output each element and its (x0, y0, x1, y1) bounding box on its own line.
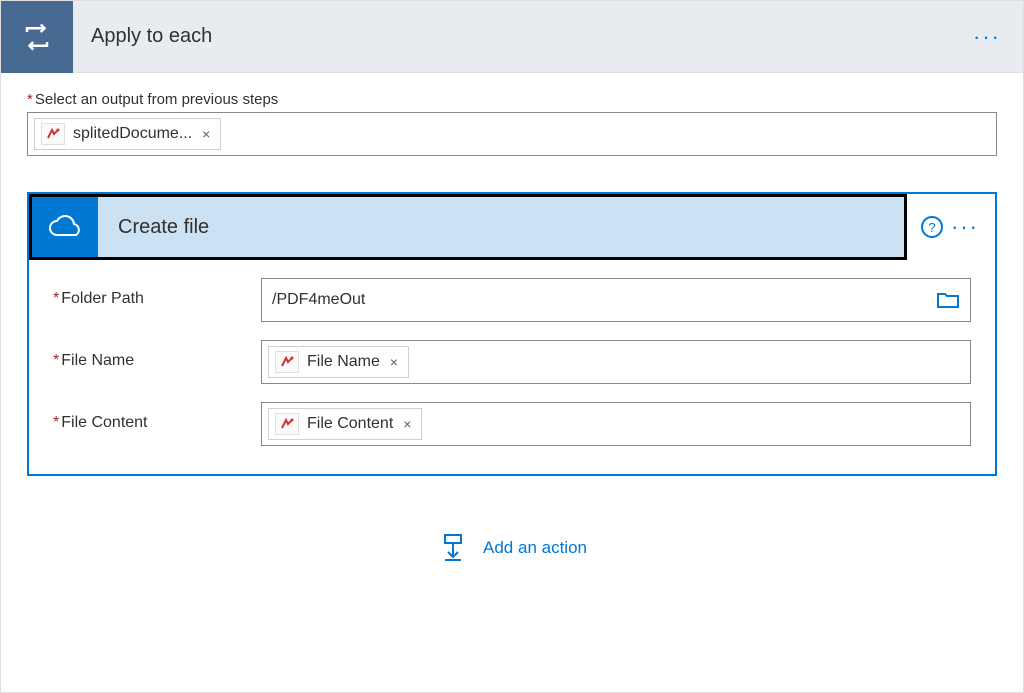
file-content-label: *File Content (53, 402, 261, 432)
required-asterisk: * (27, 91, 33, 108)
create-file-more-button[interactable]: ··· (951, 214, 979, 240)
connector-icon (275, 351, 299, 373)
file-content-row: *File Content File C (53, 402, 971, 446)
create-file-title: Create file (98, 216, 209, 239)
apply-to-each-more-button[interactable]: ··· (951, 24, 1023, 50)
output-token-text: splitedDocume... (71, 125, 192, 143)
create-file-header[interactable]: Create file (29, 194, 907, 260)
file-name-token-text: File Name (305, 353, 380, 371)
output-input[interactable]: splitedDocume... × (27, 112, 997, 156)
apply-to-each-icon-tile (1, 1, 73, 73)
output-label: *Select an output from previous steps (27, 91, 997, 108)
file-content-input[interactable]: File Content × (261, 402, 971, 446)
file-name-token-chip[interactable]: File Name × (268, 346, 409, 378)
folder-path-input[interactable]: /PDF4meOut (261, 278, 971, 322)
output-token-chip[interactable]: splitedDocume... × (34, 118, 221, 150)
file-name-row: *File Name File Name (53, 340, 971, 384)
file-name-input[interactable]: File Name × (261, 340, 971, 384)
file-content-token-remove[interactable]: × (399, 416, 415, 432)
apply-to-each-header[interactable]: Apply to each ··· (1, 1, 1023, 73)
file-content-token-chip[interactable]: File Content × (268, 408, 422, 440)
create-file-header-row: Create file ? ··· (29, 194, 995, 260)
file-name-token-remove[interactable]: × (386, 354, 402, 370)
create-file-card: Create file ? ··· *Folder Path /PDF4meOu… (27, 192, 997, 476)
file-name-label: *File Name (53, 340, 261, 370)
folder-path-label: *Folder Path (53, 278, 261, 308)
add-action-button[interactable]: Add an action (27, 532, 997, 564)
add-action-label: Add an action (483, 538, 587, 558)
add-action-icon (437, 532, 469, 564)
loop-icon (22, 22, 52, 52)
create-file-side: ? ··· (907, 194, 995, 260)
output-token-remove[interactable]: × (198, 126, 214, 142)
apply-to-each-body: *Select an output from previous steps sp… (1, 73, 1023, 692)
file-content-token-text: File Content (305, 415, 393, 433)
folder-path-value: /PDF4meOut (272, 291, 936, 309)
apply-to-each-title: Apply to each (73, 25, 951, 48)
folder-picker-button[interactable] (936, 290, 960, 310)
help-button[interactable]: ? (921, 216, 943, 238)
connector-icon (275, 413, 299, 435)
onedrive-icon (47, 215, 83, 239)
create-file-body: *Folder Path /PDF4meOut (29, 260, 995, 474)
flow-card: Apply to each ··· *Select an output from… (0, 0, 1024, 693)
folder-path-row: *Folder Path /PDF4meOut (53, 278, 971, 322)
connector-icon (41, 123, 65, 145)
create-file-icon-tile (32, 197, 98, 257)
